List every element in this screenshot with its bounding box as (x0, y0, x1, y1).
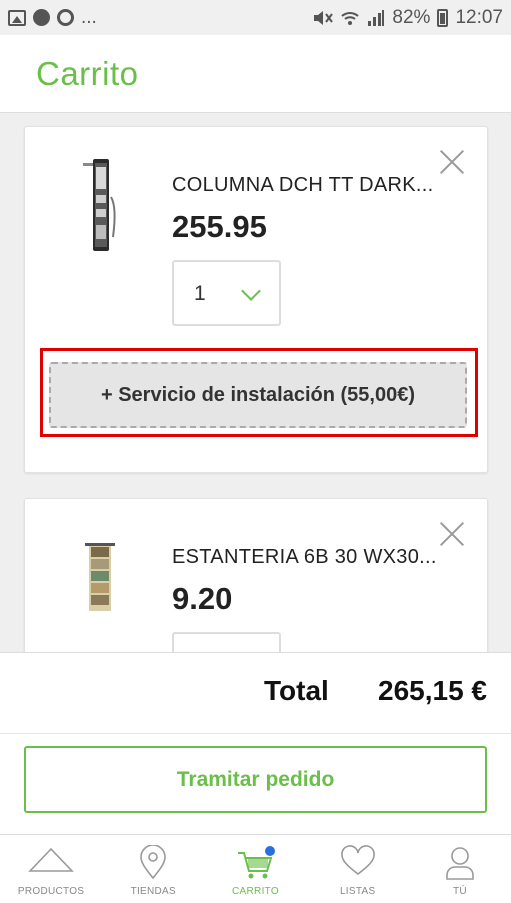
products-icon (28, 847, 74, 872)
bottom-navigation: PRODUCTOS TIENDAS CARRITO LISTAS TÚ (0, 834, 511, 903)
quantity-value: 1 (194, 282, 206, 305)
cart-item: COLUMNA DCH TT DARK... 255.95 1 + Servic… (24, 126, 488, 473)
nav-label: TIENDAS (130, 886, 177, 897)
face-icon (33, 9, 50, 26)
app-header: Carrito (0, 35, 511, 113)
nav-label: LISTAS (339, 886, 376, 897)
nav-label: CARRITO (232, 886, 279, 897)
divider (0, 733, 511, 734)
chevron-down-icon (241, 281, 261, 301)
product-thumbnail-shower-column[interactable] (83, 157, 123, 253)
image-icon (8, 9, 26, 26)
total-value: 265,15 € (378, 675, 487, 706)
status-left: ... (8, 7, 97, 29)
status-right: 82% 12:07 (313, 7, 503, 29)
nav-item-carrito[interactable]: CARRITO (204, 835, 306, 903)
nav-item-productos[interactable]: PRODUCTOS (0, 835, 102, 903)
total-label: Total (264, 675, 329, 706)
checkout-button[interactable]: Tramitar pedido (24, 746, 487, 813)
nav-label: TÚ (452, 886, 467, 897)
product-thumbnail-shelf[interactable] (81, 543, 117, 615)
nav-item-tu[interactable]: TÚ (409, 835, 511, 903)
page-title: Carrito (36, 55, 139, 92)
nav-item-listas[interactable]: LISTAS (307, 835, 409, 903)
wifi-icon (341, 11, 360, 25)
product-price: 9.20 (172, 581, 233, 616)
install-service-highlight: + Servicio de instalación (55,00€) (40, 348, 478, 437)
product-name[interactable]: COLUMNA DCH TT DARK... (172, 174, 433, 197)
quantity-select[interactable]: 1 (172, 260, 281, 326)
add-installation-service-button[interactable]: + Servicio de instalación (55,00€) (49, 362, 467, 428)
ring-icon (57, 9, 74, 26)
cart-icon (237, 846, 275, 879)
clock: 12:07 (455, 6, 503, 28)
order-summary: Total 265,15 € Tramitar pedido (0, 652, 511, 834)
battery-icon (437, 8, 449, 27)
remove-item-close-icon[interactable] (439, 149, 465, 175)
status-ellipsis: ... (81, 6, 97, 28)
status-bar: ... 82% 12:07 (0, 0, 511, 35)
nav-label: PRODUCTOS (17, 886, 85, 897)
location-pin-icon (140, 845, 167, 880)
product-name[interactable]: ESTANTERIA 6B 30 WX30... (172, 546, 437, 569)
product-price: 255.95 (172, 209, 267, 244)
battery-percent: 82% (392, 6, 431, 28)
heart-icon (340, 845, 375, 876)
cart-item: ESTANTERIA 6B 30 WX30... 9.20 (24, 498, 488, 698)
nav-item-tiendas[interactable]: TIENDAS (102, 835, 204, 903)
mute-icon (314, 10, 334, 25)
signal-icon (368, 9, 385, 26)
notification-dot (264, 846, 275, 856)
user-icon (446, 847, 474, 880)
remove-item-close-icon[interactable] (439, 521, 465, 547)
